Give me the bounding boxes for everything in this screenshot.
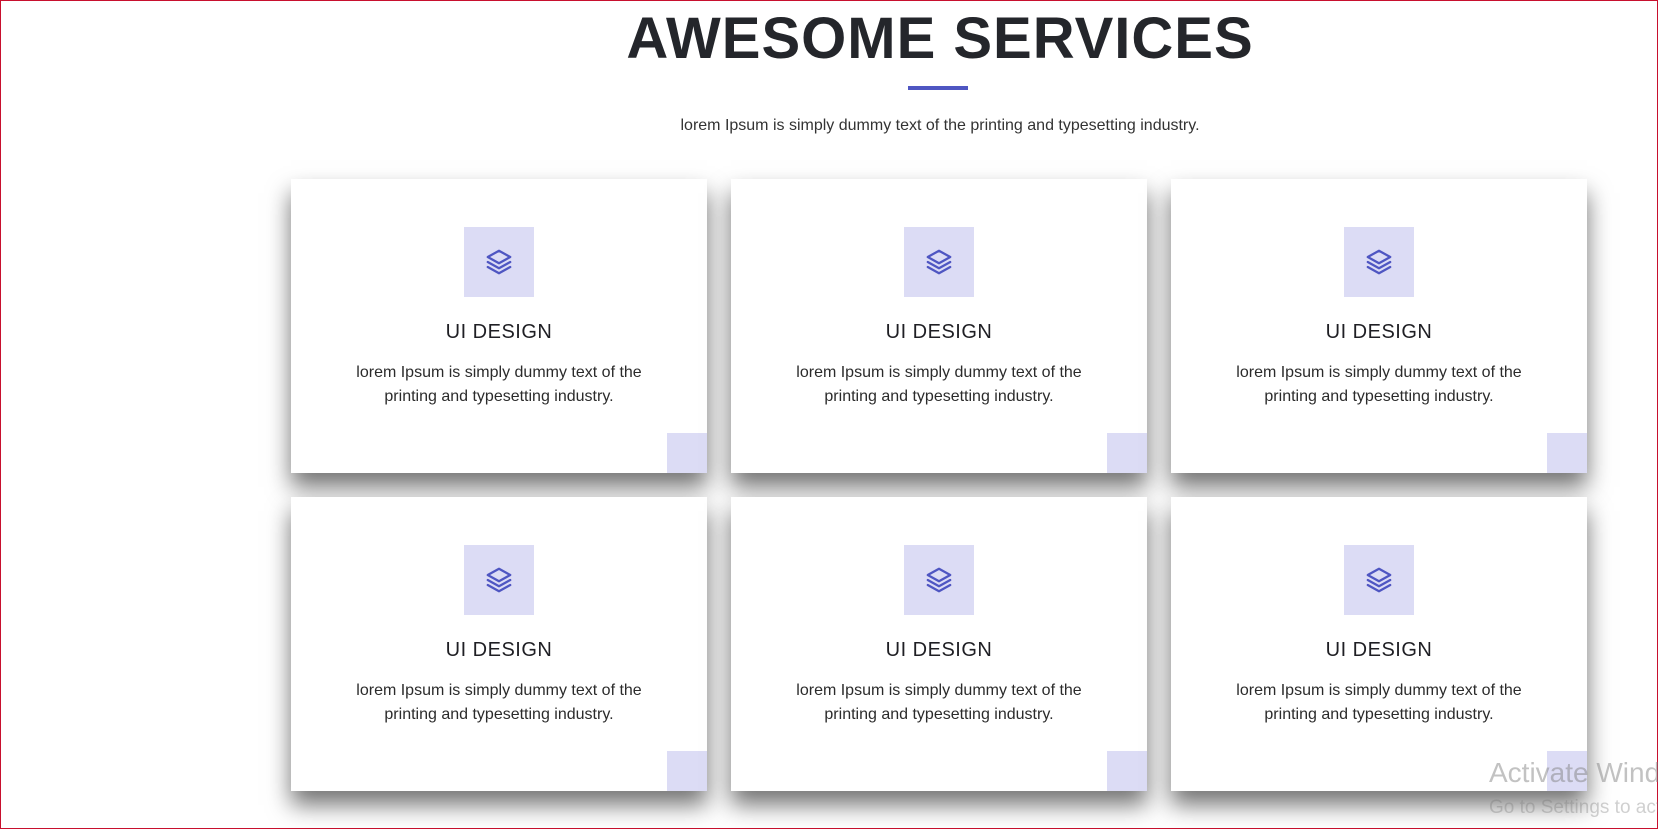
service-description: lorem Ipsum is simply dummy text of the … <box>796 682 1082 723</box>
service-title: UI DESIGN <box>1325 321 1433 343</box>
service-card[interactable]: UI DESIGN lorem Ipsum is simply dummy te… <box>731 497 1147 791</box>
card-corner-accent <box>1107 751 1147 791</box>
section-subtitle: lorem Ipsum is simply dummy text of the … <box>680 117 1200 134</box>
service-card[interactable]: UI DESIGN lorem Ipsum is simply dummy te… <box>291 179 707 473</box>
card-corner-accent <box>1107 433 1147 473</box>
title-divider <box>908 86 968 90</box>
service-description: lorem Ipsum is simply dummy text of the … <box>1236 682 1522 723</box>
service-title: UI DESIGN <box>885 639 993 661</box>
service-title: UI DESIGN <box>445 639 553 661</box>
card-corner-accent <box>1547 433 1587 473</box>
service-card[interactable]: UI DESIGN lorem Ipsum is simply dummy te… <box>291 497 707 791</box>
service-description: lorem Ipsum is simply dummy text of the … <box>796 364 1082 405</box>
service-title: UI DESIGN <box>1325 639 1433 661</box>
layers-icon <box>1366 567 1392 593</box>
service-title: UI DESIGN <box>885 321 993 343</box>
layers-icon <box>486 249 512 275</box>
card-corner-accent <box>667 751 707 791</box>
service-icon-box <box>904 545 974 615</box>
service-icon-box <box>464 227 534 297</box>
card-corner-accent <box>667 433 707 473</box>
service-title: UI DESIGN <box>445 321 553 343</box>
service-description: lorem Ipsum is simply dummy text of the … <box>1236 364 1522 405</box>
layers-icon <box>926 249 952 275</box>
service-icon-box <box>1344 227 1414 297</box>
layers-icon <box>926 567 952 593</box>
activation-watermark: Activate Windows <box>1489 757 1658 788</box>
service-description: lorem Ipsum is simply dummy text of the … <box>356 682 642 723</box>
service-card[interactable]: UI DESIGN lorem Ipsum is simply dummy te… <box>731 179 1147 473</box>
layers-icon <box>486 567 512 593</box>
service-icon-box <box>1344 545 1414 615</box>
section-title: AWESOME SERVICES <box>626 6 1254 71</box>
service-icon-box <box>464 545 534 615</box>
services-grid: UI DESIGN lorem Ipsum is simply dummy te… <box>291 179 1587 791</box>
service-card[interactable]: UI DESIGN lorem Ipsum is simply dummy te… <box>1171 497 1587 791</box>
service-card[interactable]: UI DESIGN lorem Ipsum is simply dummy te… <box>1171 179 1587 473</box>
activation-watermark-hint: Go to Settings to activate Windows. <box>1489 797 1658 818</box>
service-description: lorem Ipsum is simply dummy text of the … <box>356 364 642 405</box>
layers-icon <box>1366 249 1392 275</box>
service-icon-box <box>904 227 974 297</box>
